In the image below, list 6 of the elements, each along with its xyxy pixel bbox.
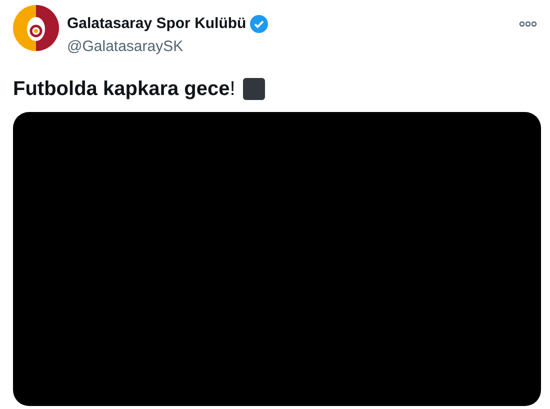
account-name[interactable]: Galatasaray Spor Kulübü <box>67 13 246 36</box>
club-logo[interactable] <box>13 5 59 51</box>
account-handle[interactable]: @GalatasaraySK <box>67 36 519 58</box>
more-icon[interactable] <box>519 21 537 27</box>
square-emoji-icon <box>243 78 266 100</box>
tweet-text: Futbolda kapkara gece! <box>13 77 236 102</box>
